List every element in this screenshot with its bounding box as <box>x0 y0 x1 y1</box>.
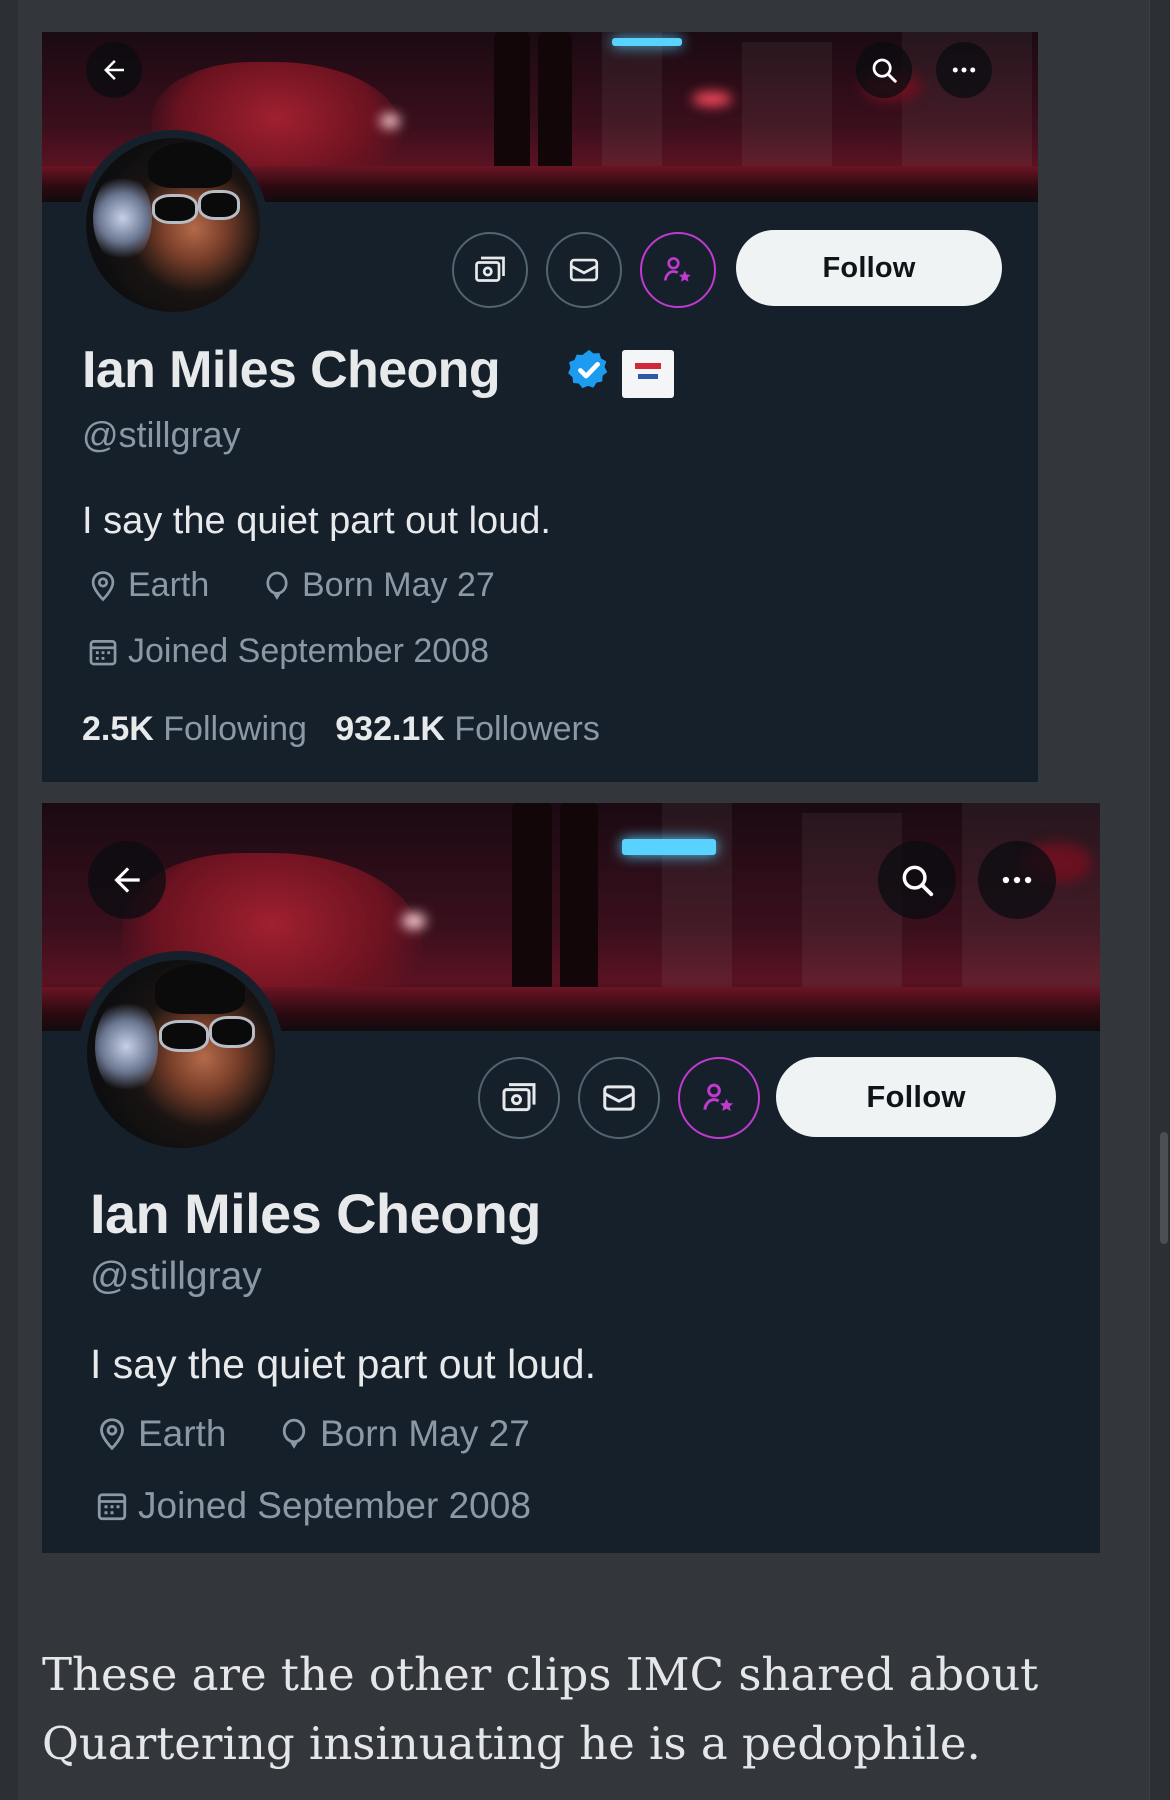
subscribe-person-star-icon <box>703 1083 733 1111</box>
subscribe-person-star-icon <box>663 257 691 282</box>
join-date: Joined September 2008 <box>86 632 489 671</box>
handle: @stillgray <box>90 1255 262 1298</box>
join-date-text: Joined September 2008 <box>128 632 490 670</box>
tickets-button[interactable] <box>452 232 528 308</box>
location-text: Earth <box>128 566 210 604</box>
balloon-icon <box>266 571 288 600</box>
following-link[interactable]: 2.5K Following <box>82 710 307 748</box>
search-button[interactable] <box>878 841 956 919</box>
subscribe-button[interactable] <box>640 232 716 308</box>
location-pin-icon <box>91 570 115 601</box>
bio: I say the quiet part out loud. <box>82 500 551 542</box>
back-button[interactable] <box>88 841 166 919</box>
search-button[interactable] <box>856 42 912 98</box>
search-icon <box>902 865 934 897</box>
location: Earth <box>86 566 209 605</box>
profile-screenshot-2: Follow Ian Miles Cheong @stillgray I say… <box>42 803 1100 1553</box>
follow-button[interactable]: Follow <box>776 1057 1056 1137</box>
calendar-icon <box>97 1493 127 1521</box>
display-name: Ian Miles Cheong <box>90 1182 542 1245</box>
birthday: Born May 27 <box>276 1413 530 1455</box>
bio: I say the quiet part out loud. <box>90 1341 596 1387</box>
profile-screenshot-1: Follow Ian Miles Cheong @stillgray I say… <box>42 32 1038 782</box>
join-date-text: Joined September 2008 <box>138 1485 531 1526</box>
following-count: 2.5K <box>82 710 154 748</box>
back-button[interactable] <box>86 42 142 98</box>
followers-link[interactable]: 932.1K Followers <box>335 710 600 748</box>
page-left-gutter <box>0 0 18 1800</box>
mail-icon <box>569 258 599 282</box>
scrollbar-thumb[interactable] <box>1160 1132 1168 1244</box>
back-arrow-icon <box>114 867 140 893</box>
page-scrollbar[interactable] <box>1149 0 1170 1800</box>
location-text: Earth <box>138 1413 227 1454</box>
affiliate-badge[interactable] <box>622 350 674 398</box>
join-date: Joined September 2008 <box>94 1485 531 1527</box>
ticket-icon <box>502 1083 536 1112</box>
more-button[interactable] <box>936 42 992 98</box>
search-icon <box>872 58 897 83</box>
birthday-text: Born May 27 <box>302 566 495 604</box>
mail-icon <box>603 1085 635 1111</box>
display-name: Ian Miles Cheong <box>82 341 501 399</box>
subscribe-button[interactable] <box>678 1057 760 1139</box>
follow-button[interactable]: Follow <box>736 230 1002 306</box>
followers-count: 932.1K <box>335 710 445 748</box>
post-caption: These are the other clips IMC shared abo… <box>42 1648 1039 1770</box>
follow-stats: 2.5K Following 932.1K Followers <box>82 710 600 749</box>
birthday: Born May 27 <box>260 566 495 605</box>
message-button[interactable] <box>578 1057 660 1139</box>
avatar[interactable] <box>78 951 284 1157</box>
back-arrow-icon <box>104 60 124 80</box>
followers-label: Followers <box>454 710 600 748</box>
message-button[interactable] <box>546 232 622 308</box>
ticket-icon <box>475 256 505 282</box>
more-icon <box>952 67 976 73</box>
more-button[interactable] <box>978 841 1056 919</box>
location: Earth <box>94 1413 226 1455</box>
balloon-icon <box>282 1418 306 1449</box>
location-pin-icon <box>100 1418 124 1451</box>
birthday-text: Born May 27 <box>320 1413 530 1454</box>
verified-badge-icon <box>568 349 608 389</box>
more-icon <box>1002 876 1032 884</box>
handle: @stillgray <box>82 414 241 455</box>
following-label: Following <box>163 710 307 748</box>
calendar-icon <box>89 639 117 665</box>
tickets-button[interactable] <box>478 1057 560 1139</box>
avatar[interactable] <box>78 130 268 320</box>
